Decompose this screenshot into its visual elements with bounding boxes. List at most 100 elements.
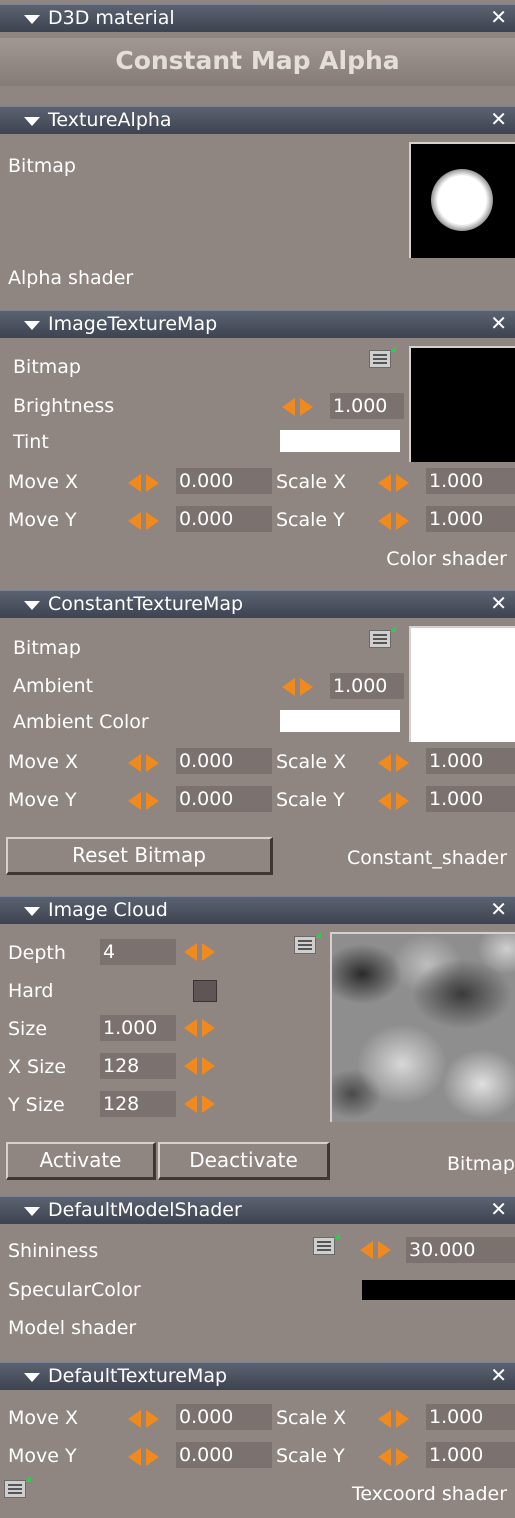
scale-x-label: Scale X <box>276 471 347 493</box>
texture-preview[interactable] <box>409 626 515 742</box>
ambient-value[interactable]: 1.000 <box>330 673 404 699</box>
xsize-value[interactable]: 128 <box>100 1053 176 1079</box>
xsize-spinner[interactable] <box>184 1057 216 1075</box>
list-menu-icon[interactable] <box>369 626 396 648</box>
hard-label: Hard <box>8 980 54 1002</box>
scale-y-value[interactable]: 1.000 <box>426 506 515 532</box>
move-x-label: Move X <box>8 471 79 493</box>
scale-x-spinner[interactable] <box>378 474 410 492</box>
bitmap-label: Bitmap <box>13 356 81 378</box>
scale-x-value[interactable]: 1.000 <box>426 468 515 494</box>
scale-x-value[interactable]: 1.000 <box>426 748 515 774</box>
deactivate-button[interactable]: Deactivate <box>158 1142 330 1180</box>
collapse-icon[interactable] <box>24 15 40 24</box>
close-icon[interactable]: ✕ <box>490 108 507 130</box>
collapse-icon[interactable] <box>24 321 40 330</box>
bitmap-label: Bitmap <box>13 637 81 659</box>
collapse-icon[interactable] <box>24 1373 40 1382</box>
ysize-value[interactable]: 128 <box>100 1091 176 1117</box>
panel-texture-alpha: TextureAlpha ✕ Bitmap Alpha shader <box>0 106 515 302</box>
alpha-bitmap-preview[interactable] <box>409 142 515 258</box>
panel-header[interactable]: ImageTextureMap ✕ <box>0 310 515 338</box>
panel-title: ConstantTextureMap <box>48 593 244 615</box>
cloud-preview[interactable] <box>330 932 515 1122</box>
close-icon[interactable]: ✕ <box>490 312 507 334</box>
move-y-value[interactable]: 0.000 <box>176 506 272 532</box>
move-x-value[interactable]: 0.000 <box>176 1404 272 1430</box>
scale-y-value[interactable]: 1.000 <box>426 786 515 812</box>
move-y-spinner[interactable] <box>128 1448 160 1466</box>
panel-image-cloud: Image Cloud ✕ Depth 4 Hard Size 1.000 X … <box>0 896 515 1186</box>
panel-header[interactable]: D3D material ✕ <box>0 4 515 32</box>
panel-default-texture-map: DefaultTextureMap ✕ Move X 0.000 Scale X… <box>0 1362 515 1518</box>
scale-x-value[interactable]: 1.000 <box>426 1404 515 1430</box>
size-spinner[interactable] <box>184 1019 216 1037</box>
scale-y-label: Scale Y <box>276 509 345 531</box>
depth-spinner[interactable] <box>184 943 216 961</box>
shininess-value[interactable]: 30.000 <box>406 1237 515 1263</box>
ysize-label: Y Size <box>8 1094 65 1116</box>
scale-x-label: Scale X <box>276 1407 347 1429</box>
specular-color-label: SpecularColor <box>8 1279 141 1301</box>
ambient-label: Ambient <box>13 675 94 697</box>
move-y-value[interactable]: 0.000 <box>176 786 272 812</box>
move-y-label: Move Y <box>8 509 77 531</box>
list-menu-icon[interactable] <box>4 1476 31 1498</box>
panel-title: ImageTextureMap <box>48 313 218 335</box>
move-x-spinner[interactable] <box>128 474 160 492</box>
list-menu-icon[interactable] <box>294 932 321 954</box>
close-icon[interactable]: ✕ <box>490 1364 507 1386</box>
panel-footer: Bitmap <box>447 1153 515 1175</box>
reset-bitmap-button[interactable]: Reset Bitmap <box>6 837 273 875</box>
scale-y-value[interactable]: 1.000 <box>426 1442 515 1468</box>
brightness-value[interactable]: 1.000 <box>330 393 404 419</box>
list-menu-icon[interactable] <box>369 346 396 368</box>
material-name: Constant Map Alpha <box>115 46 400 75</box>
shininess-label: Shininess <box>8 1240 99 1262</box>
close-icon[interactable]: ✕ <box>490 6 507 28</box>
move-x-spinner[interactable] <box>128 754 160 772</box>
activate-button[interactable]: Activate <box>6 1142 156 1180</box>
move-x-label: Move X <box>8 751 79 773</box>
collapse-icon[interactable] <box>24 907 40 916</box>
size-value[interactable]: 1.000 <box>100 1015 176 1041</box>
collapse-icon[interactable] <box>24 601 40 610</box>
close-icon[interactable]: ✕ <box>490 1198 507 1220</box>
panel-header[interactable]: Image Cloud ✕ <box>0 896 515 924</box>
bitmap-label: Bitmap <box>8 155 76 177</box>
close-icon[interactable]: ✕ <box>490 592 507 614</box>
ambient-color-swatch[interactable] <box>280 710 400 732</box>
move-x-spinner[interactable] <box>128 1410 160 1428</box>
scale-x-spinner[interactable] <box>378 1410 410 1428</box>
list-menu-icon[interactable] <box>313 1233 340 1255</box>
texture-preview[interactable] <box>409 346 515 462</box>
panel-title: D3D material <box>48 7 175 29</box>
brightness-label: Brightness <box>13 395 115 417</box>
collapse-icon[interactable] <box>24 1207 40 1216</box>
move-y-value[interactable]: 0.000 <box>176 1442 272 1468</box>
panel-header[interactable]: ConstantTextureMap ✕ <box>0 590 515 618</box>
ysize-spinner[interactable] <box>184 1095 216 1113</box>
panel-header[interactable]: TextureAlpha ✕ <box>0 106 515 134</box>
move-y-spinner[interactable] <box>128 792 160 810</box>
scale-y-spinner[interactable] <box>378 512 410 530</box>
move-x-value[interactable]: 0.000 <box>176 468 272 494</box>
tint-color-swatch[interactable] <box>280 430 400 452</box>
move-x-value[interactable]: 0.000 <box>176 748 272 774</box>
scale-x-spinner[interactable] <box>378 754 410 772</box>
scale-y-spinner[interactable] <box>378 792 410 810</box>
depth-value[interactable]: 4 <box>100 939 176 965</box>
shininess-spinner[interactable] <box>360 1241 392 1259</box>
collapse-icon[interactable] <box>24 117 40 126</box>
scale-y-spinner[interactable] <box>378 1448 410 1466</box>
size-label: Size <box>8 1018 48 1040</box>
move-y-spinner[interactable] <box>128 512 160 530</box>
panel-footer: Texcoord shader <box>351 1483 507 1505</box>
ambient-spinner[interactable] <box>282 678 314 696</box>
brightness-spinner[interactable] <box>282 398 314 416</box>
hard-checkbox[interactable] <box>193 980 217 1002</box>
panel-header[interactable]: DefaultTextureMap ✕ <box>0 1362 515 1390</box>
close-icon[interactable]: ✕ <box>490 898 507 920</box>
specular-color-swatch[interactable] <box>362 1280 515 1300</box>
panel-header[interactable]: DefaultModelShader ✕ <box>0 1196 515 1224</box>
